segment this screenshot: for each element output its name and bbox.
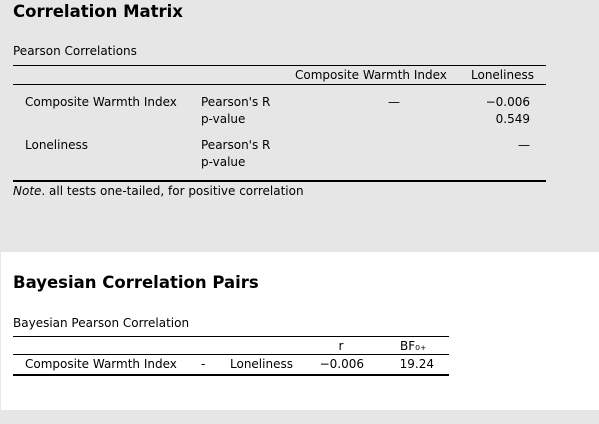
row-stat-p-value: p-value	[201, 155, 246, 169]
bayesian-pearson-subtitle: Bayesian Pearson Correlation	[13, 316, 190, 330]
bayes-row-bf: 19.24	[399, 357, 434, 371]
pearson-correlations-subtitle: Pearson Correlations	[13, 44, 137, 58]
col-header-warmth: Composite Warmth Index	[295, 68, 447, 82]
note-label: Note	[13, 184, 42, 198]
cell-loneliness-loneliness-r: —	[518, 138, 530, 152]
bayes-bottom-rule	[13, 374, 449, 376]
header-rule	[13, 84, 546, 85]
bayes-row-separator: -	[201, 357, 206, 371]
table-note: Note. all tests one-tailed, for positive…	[13, 184, 304, 198]
bayes-top-rule	[13, 336, 449, 337]
col-header-loneliness: Loneliness	[471, 68, 534, 82]
row-stat-p-value: p-value	[201, 112, 246, 126]
table-top-rule	[13, 65, 546, 66]
row-stat-pearson-r: Pearson's R	[201, 138, 271, 152]
table-bottom-rule	[13, 180, 546, 182]
bayes-row-var1: Composite Warmth Index	[25, 357, 177, 371]
cell-warmth-warmth-r: —	[388, 95, 400, 109]
row-stat-pearson-r: Pearson's R	[201, 95, 271, 109]
row-variable-loneliness: Loneliness	[25, 138, 88, 152]
row-variable-warmth: Composite Warmth Index	[25, 95, 177, 109]
bayes-header-rule	[13, 354, 449, 355]
correlation-matrix-title: Correlation Matrix	[13, 2, 183, 21]
bayes-col-header-r: r	[338, 339, 344, 353]
bayes-row-var2: Loneliness	[230, 357, 293, 371]
cell-warmth-loneliness-r: −0.006	[485, 95, 530, 109]
bayesian-pairs-title: Bayesian Correlation Pairs	[13, 273, 259, 292]
bayes-row-r: −0.006	[319, 357, 364, 371]
cell-warmth-loneliness-p: 0.549	[495, 112, 530, 126]
note-text: . all tests one-tailed, for positive cor…	[41, 184, 304, 198]
bayes-col-header-bf: BF₀₊	[400, 339, 427, 353]
